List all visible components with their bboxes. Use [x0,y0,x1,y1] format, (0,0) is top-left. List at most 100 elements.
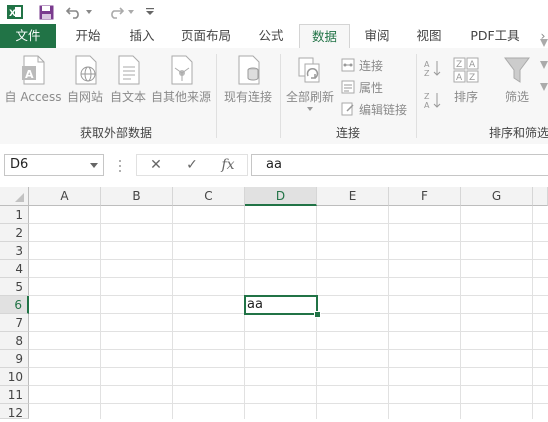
gridline [29,241,548,242]
properties-button[interactable]: 属性 [341,78,383,96]
name-box-value: D6 [10,157,29,172]
clear-filter-icon[interactable] [540,39,548,91]
gridline [29,367,548,368]
sort-descending-button[interactable]: ZA [424,92,442,110]
row-header-3[interactable]: 3 [0,242,29,260]
active-cell-text: aa [247,297,263,312]
group-label-connections: 连接 [336,126,361,140]
redo-dropdown-icon[interactable] [126,2,136,22]
undo-dropdown-icon[interactable] [84,2,94,22]
ribbon: A 自 Access 自网站 自文本 自其他来源 获取外部数据 现有连接 全部刷 [0,39,548,145]
gridline [29,385,548,386]
connections-label: 连接 [359,58,384,73]
web-globe-icon [70,54,100,86]
svg-text:A: A [456,73,463,83]
edit-links-button[interactable]: 编辑链接 [341,100,407,118]
from-other-sources-label: 自其他来源 [150,90,211,104]
svg-text:A: A [25,68,34,81]
row-header-6[interactable]: 6 [0,296,29,314]
from-text-button[interactable]: 自文本 [108,54,148,105]
enter-entry-button[interactable]: ✓ [182,155,202,175]
row-header-4[interactable]: 4 [0,260,29,278]
ribbon-tab-bar: 文件 开始 插入 页面布局 公式 数据 审阅 视图 PDF工具 › [0,24,548,49]
filter-button[interactable]: 筛选 [498,54,536,105]
row-header-10[interactable]: 10 [0,368,29,386]
svg-text:Z: Z [469,73,475,83]
sort-ascending-button[interactable]: AZ [424,60,442,78]
column-header-g[interactable]: G [461,187,533,206]
gridline [29,349,548,350]
undo-icon[interactable] [64,2,84,22]
tab-data[interactable]: 数据 [299,24,350,49]
column-header-c[interactable]: C [173,187,245,206]
svg-text:X: X [9,9,16,19]
tab-page-layout[interactable]: 页面布局 [170,24,242,48]
row-header-5[interactable]: 5 [0,278,29,296]
gridline [29,403,548,404]
column-header-d[interactable]: D [245,187,317,206]
column-header-b[interactable]: B [101,187,173,206]
sort-icon: ZAAZ [451,54,481,86]
connections-button[interactable]: 连接 [341,56,383,74]
cancel-entry-button[interactable]: ✕ [146,155,166,175]
tab-view[interactable]: 视图 [404,24,454,48]
name-box-dropdown-icon[interactable] [90,163,98,168]
tab-insert[interactable]: 插入 [116,24,168,48]
refresh-all-button[interactable]: 全部刷新 [284,54,336,111]
edit-links-label: 编辑链接 [359,102,408,117]
excel-logo-icon: X [6,2,24,22]
column-header-f[interactable]: F [389,187,461,206]
existing-connections-button[interactable]: 现有连接 [220,54,276,105]
svg-text:Z: Z [424,92,430,101]
svg-text:A: A [469,60,476,70]
insert-function-button[interactable]: fx [216,155,240,175]
name-box[interactable]: D6 [4,154,104,176]
active-cell-d6[interactable]: aa [244,295,318,315]
row-header-9[interactable]: 9 [0,350,29,368]
formula-bar-grip-icon[interactable] [118,158,122,174]
tab-home[interactable]: 开始 [62,24,114,48]
from-text-label: 自文本 [109,90,146,104]
from-other-sources-button[interactable]: 自其他来源 [150,54,212,105]
group-separator [216,54,217,138]
select-all-corner[interactable] [0,187,29,206]
properties-icon [341,80,355,94]
formula-input-value: aa [266,157,282,172]
refresh-dropdown-icon[interactable] [307,107,313,111]
gridline [29,277,548,278]
gridline [29,259,548,260]
other-sources-icon [166,54,196,86]
column-header-a[interactable]: A [29,187,101,206]
tab-file[interactable]: 文件 [0,24,56,48]
row-header-1[interactable]: 1 [0,206,29,224]
from-access-button[interactable]: A 自 Access [4,54,62,105]
group-label-get-external-data: 获取外部数据 [80,126,153,140]
tab-formulas[interactable]: 公式 [246,24,296,48]
formula-input[interactable]: aa [251,154,548,176]
svg-text:Z: Z [424,69,430,78]
tab-pdf-tools[interactable]: PDF工具 [458,24,532,48]
from-web-button[interactable]: 自网站 [64,54,106,105]
gridline [29,223,548,224]
svg-text:A: A [424,101,430,110]
column-header-e[interactable]: E [317,187,389,206]
column-header-overflow[interactable] [533,187,548,206]
sort-button[interactable]: ZAAZ 排序 [448,54,484,105]
sort-ascending-icon: AZ [424,58,442,81]
fill-handle[interactable] [314,311,321,318]
row-header-7[interactable]: 7 [0,314,29,332]
gridline [29,331,548,332]
tab-review[interactable]: 审阅 [352,24,402,48]
save-icon[interactable] [36,2,56,22]
customize-qat-icon[interactable] [144,2,156,22]
row-header-2[interactable]: 2 [0,224,29,242]
row-header-12[interactable]: 12 [0,404,29,420]
group-separator [280,54,281,138]
quick-access-toolbar: X [0,0,548,24]
row-header-8[interactable]: 8 [0,332,29,350]
redo-icon[interactable] [106,2,126,22]
row-header-11[interactable]: 11 [0,386,29,404]
sort-descending-icon: ZA [424,90,442,113]
group-separator [416,54,417,138]
text-file-icon [113,54,143,86]
